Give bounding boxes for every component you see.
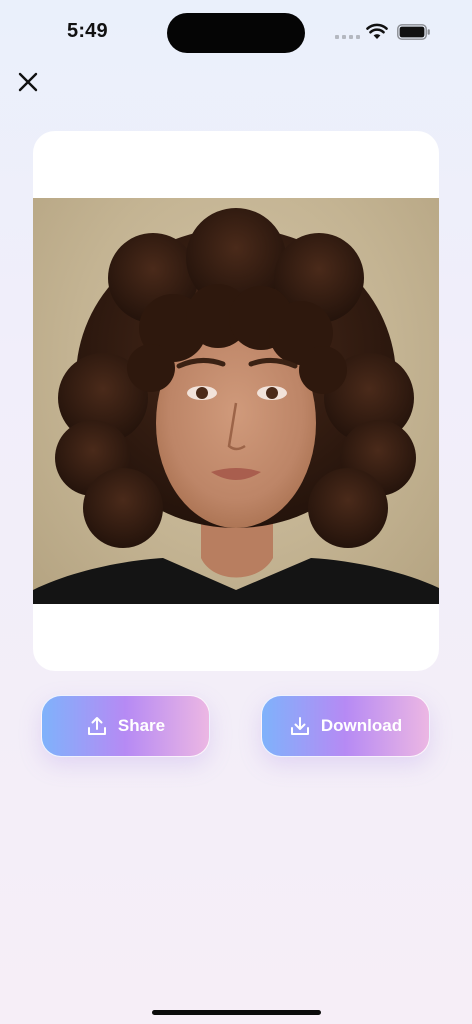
upload-icon [87,717,106,735]
dynamic-island [167,13,305,53]
download-label: Download [320,716,403,735]
cellular-signal-icon [335,35,360,39]
battery-icon [397,24,430,40]
home-indicator[interactable] [152,1010,321,1015]
status-bar: 5:49 [0,0,472,64]
wifi-icon [366,23,388,39]
portrait-image [33,198,439,604]
share-label: Share [117,716,166,735]
image-preview-card [33,131,439,671]
portrait-illustration [33,208,439,604]
close-icon [18,72,38,92]
download-button[interactable]: Download [261,695,430,757]
share-button[interactable]: Share [41,695,210,757]
download-icon [290,717,309,735]
status-time: 5:49 [67,20,108,42]
close-button[interactable] [14,68,42,96]
